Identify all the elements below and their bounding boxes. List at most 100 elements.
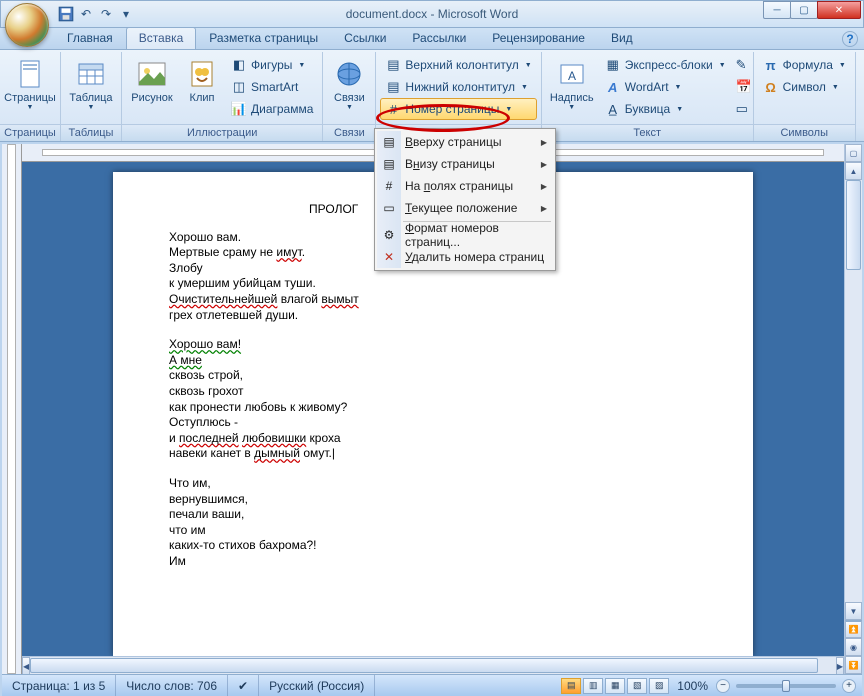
tab-review[interactable]: Рецензирование bbox=[479, 27, 598, 49]
object-icon: ▭ bbox=[736, 101, 748, 117]
smartart-button[interactable]: ◫SmartArt bbox=[226, 76, 318, 98]
chart-icon: 📊 bbox=[231, 101, 247, 117]
pagenumber-button[interactable]: #Номер страницы▼ bbox=[380, 98, 536, 120]
zoom-slider[interactable] bbox=[736, 684, 836, 688]
dropcap-button[interactable]: A̲Буквица▼ bbox=[600, 98, 731, 120]
tab-view[interactable]: Вид bbox=[598, 27, 646, 49]
zoom-out[interactable]: − bbox=[716, 679, 730, 693]
v-thumb[interactable] bbox=[846, 180, 861, 270]
current-icon: ▭ bbox=[381, 200, 397, 216]
symbol-button[interactable]: ΩСимвол▼ bbox=[758, 76, 851, 98]
quick-access-toolbar: ↶ ↷ ▾ bbox=[57, 5, 135, 23]
next-page[interactable]: ⏬ bbox=[845, 656, 862, 674]
zoom-in[interactable]: + bbox=[842, 679, 856, 693]
dd-margin[interactable]: #На полях страницы▶ bbox=[377, 175, 553, 197]
status-words[interactable]: Число слов: 706 bbox=[116, 675, 228, 696]
datetime-icon: 📅 bbox=[736, 79, 752, 95]
header-icon: ▤ bbox=[385, 57, 401, 73]
view-outline[interactable]: ▧ bbox=[627, 678, 647, 694]
header-button[interactable]: ▤Верхний колонтитул▼ bbox=[380, 54, 536, 76]
tab-references[interactable]: Ссылки bbox=[331, 27, 399, 49]
dd-format[interactable]: ⚙Формат номеров страниц... bbox=[377, 224, 553, 246]
dd-current[interactable]: ▭Текущее положение▶ bbox=[377, 197, 553, 219]
dd-remove[interactable]: ✕Удалить номера страниц bbox=[377, 246, 553, 268]
vertical-scrollbar[interactable]: ▢ ▲ ▼ ⏫ ◉ ⏬ bbox=[844, 144, 862, 674]
horizontal-scrollbar[interactable]: ◀ ▶ bbox=[22, 656, 844, 674]
dd-top[interactable]: ▤Вверху страницы▶ bbox=[377, 131, 553, 153]
quickparts-button[interactable]: ▦Экспресс-блоки▼ bbox=[600, 54, 731, 76]
picture-button[interactable]: Рисунок bbox=[126, 54, 178, 124]
shapes-button[interactable]: ◧Фигуры▼ bbox=[226, 54, 318, 76]
table-icon bbox=[75, 58, 107, 90]
maximize-button[interactable]: ▢ bbox=[790, 1, 818, 19]
ruler-toggle[interactable]: ▢ bbox=[845, 144, 862, 162]
view-draft[interactable]: ▨ bbox=[649, 678, 669, 694]
help-icon[interactable]: ? bbox=[842, 31, 858, 47]
vertical-ruler[interactable] bbox=[2, 144, 22, 674]
equation-icon: π bbox=[763, 57, 779, 73]
qat-more[interactable]: ▾ bbox=[117, 5, 135, 23]
dd-bottom[interactable]: ▤Внизу страницы▶ bbox=[377, 153, 553, 175]
footer-button[interactable]: ▤Нижний колонтитул▼ bbox=[380, 76, 536, 98]
clip-icon bbox=[186, 58, 218, 90]
group-symbols: πФормула▼ ΩСимвол▼ Символы bbox=[754, 52, 856, 141]
pages-button[interactable]: Страницы▼ bbox=[4, 54, 56, 124]
prev-page[interactable]: ⏫ bbox=[845, 620, 862, 638]
tab-pagelayout[interactable]: Разметка страницы bbox=[196, 27, 331, 49]
textbox-icon: A bbox=[556, 58, 588, 90]
datetime-button[interactable]: 📅 bbox=[733, 76, 749, 98]
top-icon: ▤ bbox=[381, 134, 397, 150]
minimize-button[interactable]: ─ bbox=[763, 1, 791, 19]
smartart-icon: ◫ bbox=[231, 79, 247, 95]
signature-icon: ✎ bbox=[736, 57, 747, 73]
status-page[interactable]: Страница: 1 из 5 bbox=[2, 675, 116, 696]
view-web[interactable]: ▦ bbox=[605, 678, 625, 694]
scroll-left[interactable]: ◀ bbox=[22, 657, 30, 674]
remove-icon: ✕ bbox=[381, 249, 397, 265]
tab-home[interactable]: Главная bbox=[54, 27, 126, 49]
group-links: Связи▼ Связи bbox=[323, 52, 376, 141]
scroll-right[interactable]: ▶ bbox=[836, 657, 844, 674]
wordart-icon: A bbox=[605, 79, 621, 95]
group-tables: Таблица▼ Таблицы bbox=[61, 52, 122, 141]
view-read[interactable]: ▥ bbox=[583, 678, 603, 694]
qat-undo[interactable]: ↶ bbox=[77, 5, 95, 23]
proof-icon: ✔ bbox=[238, 679, 248, 693]
chart-button[interactable]: 📊Диаграмма bbox=[226, 98, 318, 120]
quickparts-icon: ▦ bbox=[605, 57, 621, 73]
textbox-button[interactable]: A Надпись▼ bbox=[546, 54, 598, 124]
zoom-thumb[interactable] bbox=[782, 680, 790, 692]
close-button[interactable]: ✕ bbox=[817, 1, 861, 19]
picture-icon bbox=[136, 58, 168, 90]
signature-button[interactable]: ✎ bbox=[733, 54, 749, 76]
view-print[interactable]: ▤ bbox=[561, 678, 581, 694]
browse-object[interactable]: ◉ bbox=[845, 638, 862, 656]
page-icon bbox=[14, 58, 46, 90]
office-button[interactable] bbox=[5, 3, 49, 47]
qat-save[interactable] bbox=[57, 5, 75, 23]
zoom-label[interactable]: 100% bbox=[677, 679, 708, 693]
tab-insert[interactable]: Вставка bbox=[126, 27, 197, 49]
status-lang[interactable]: Русский (Россия) bbox=[259, 675, 375, 696]
window-title: document.docx - Microsoft Word bbox=[346, 7, 519, 21]
pagenumber-dropdown: ▤Вверху страницы▶ ▤Внизу страницы▶ #На п… bbox=[374, 128, 556, 271]
links-icon bbox=[333, 58, 365, 90]
h-thumb[interactable] bbox=[30, 658, 818, 673]
titlebar: ↶ ↷ ▾ document.docx - Microsoft Word ─ ▢… bbox=[0, 0, 864, 28]
qat-redo[interactable]: ↷ bbox=[97, 5, 115, 23]
ribbon-tabs: Главная Вставка Разметка страницы Ссылки… bbox=[0, 28, 864, 50]
symbol-icon: Ω bbox=[763, 79, 779, 95]
scroll-up[interactable]: ▲ bbox=[845, 162, 862, 180]
format-icon: ⚙ bbox=[381, 227, 397, 243]
links-button[interactable]: Связи▼ bbox=[327, 54, 371, 124]
equation-button[interactable]: πФормула▼ bbox=[758, 54, 851, 76]
clip-button[interactable]: Клип bbox=[180, 54, 224, 124]
object-button[interactable]: ▭ bbox=[733, 98, 749, 120]
group-pages: Страницы▼ Страницы bbox=[0, 52, 61, 141]
wordart-button[interactable]: AWordArt▼ bbox=[600, 76, 731, 98]
tab-mailings[interactable]: Рассылки bbox=[399, 27, 479, 49]
table-button[interactable]: Таблица▼ bbox=[65, 54, 117, 124]
bottom-icon: ▤ bbox=[381, 156, 397, 172]
status-proof[interactable]: ✔ bbox=[228, 675, 259, 696]
scroll-down[interactable]: ▼ bbox=[845, 602, 862, 620]
